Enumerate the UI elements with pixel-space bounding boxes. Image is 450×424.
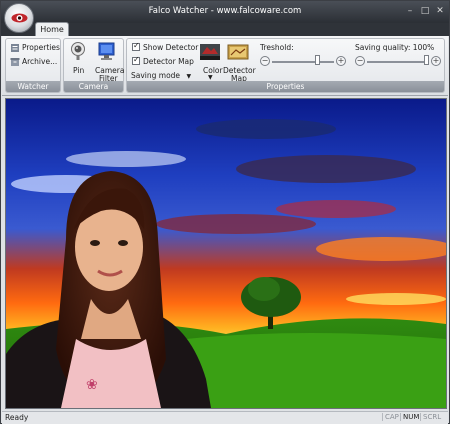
archive-button[interactable]: Archive... xyxy=(22,57,57,66)
treshold-increase-button[interactable]: + xyxy=(336,56,346,66)
minimize-button[interactable]: – xyxy=(404,6,416,17)
properties-group: Show Detector Detector Map Saving mode ▼… xyxy=(126,38,445,93)
svg-text:❀: ❀ xyxy=(86,377,98,393)
detector-map-checkbox[interactable] xyxy=(132,55,140,65)
detector-map-label[interactable]: Detector Map xyxy=(143,57,194,66)
pin-icon xyxy=(69,41,87,63)
color-chevron-down-icon[interactable]: ▼ xyxy=(208,74,213,81)
watcher-group: Properties Archive... Watcher xyxy=(5,38,61,93)
num-indicator: NUM xyxy=(400,413,421,421)
window-title: Falco Watcher - www.falcoware.com xyxy=(148,6,302,16)
treshold-slider-thumb[interactable] xyxy=(315,55,320,65)
properties-button[interactable]: Properties xyxy=(22,43,60,52)
camera-view[interactable]: ❀ xyxy=(5,98,447,409)
properties-group-label: Properties xyxy=(127,81,444,92)
saving-mode-label: Saving mode xyxy=(131,71,181,80)
camera-group: Pin Camera Filter Camera xyxy=(63,38,124,93)
pin-button[interactable]: Pin xyxy=(73,66,84,75)
treshold-slider[interactable] xyxy=(272,61,334,63)
maximize-button[interactable]: □ xyxy=(419,6,431,17)
status-text: Ready xyxy=(5,413,29,422)
camera-image: ❀ xyxy=(6,99,446,408)
title-bar[interactable]: Falco Watcher - www.falcoware.com – □ ✕ xyxy=(1,1,449,23)
watcher-group-label: Watcher xyxy=(6,81,60,92)
show-detector-label[interactable]: Show Detector xyxy=(143,43,198,52)
camera-filter-icon xyxy=(97,41,117,63)
close-button[interactable]: ✕ xyxy=(434,6,446,17)
properties-icon xyxy=(10,43,20,55)
saving-quality-slider-thumb[interactable] xyxy=(424,55,429,65)
saving-quality-increase-button[interactable]: + xyxy=(431,56,441,66)
detector-map-icon xyxy=(227,43,249,63)
tab-home[interactable]: Home xyxy=(35,22,69,36)
saving-quality-decrease-button[interactable]: − xyxy=(355,56,365,66)
show-detector-checkbox[interactable] xyxy=(132,41,140,51)
treshold-decrease-button[interactable]: − xyxy=(260,56,270,66)
chevron-down-icon: ▼ xyxy=(186,73,192,80)
saving-quality-label: Saving quality: 100% xyxy=(355,43,435,52)
saving-quality-slider[interactable] xyxy=(367,61,429,63)
cap-indicator: CAP xyxy=(382,413,401,421)
status-bar: Ready CAP NUM SCRL xyxy=(2,411,448,424)
app-window: Falco Watcher - www.falcoware.com – □ ✕ … xyxy=(0,0,450,424)
saving-mode-dropdown[interactable]: Saving mode ▼ xyxy=(131,71,191,80)
treshold-label: Treshold: xyxy=(260,43,294,52)
app-menu-button[interactable] xyxy=(4,3,34,33)
archive-icon xyxy=(10,57,20,69)
color-icon xyxy=(199,43,221,63)
scrl-indicator: SCRL xyxy=(420,413,443,421)
ribbon: Properties Archive... Watcher Pin Camera… xyxy=(2,36,448,96)
eye-icon xyxy=(11,13,28,23)
camera-group-label: Camera xyxy=(64,81,123,92)
